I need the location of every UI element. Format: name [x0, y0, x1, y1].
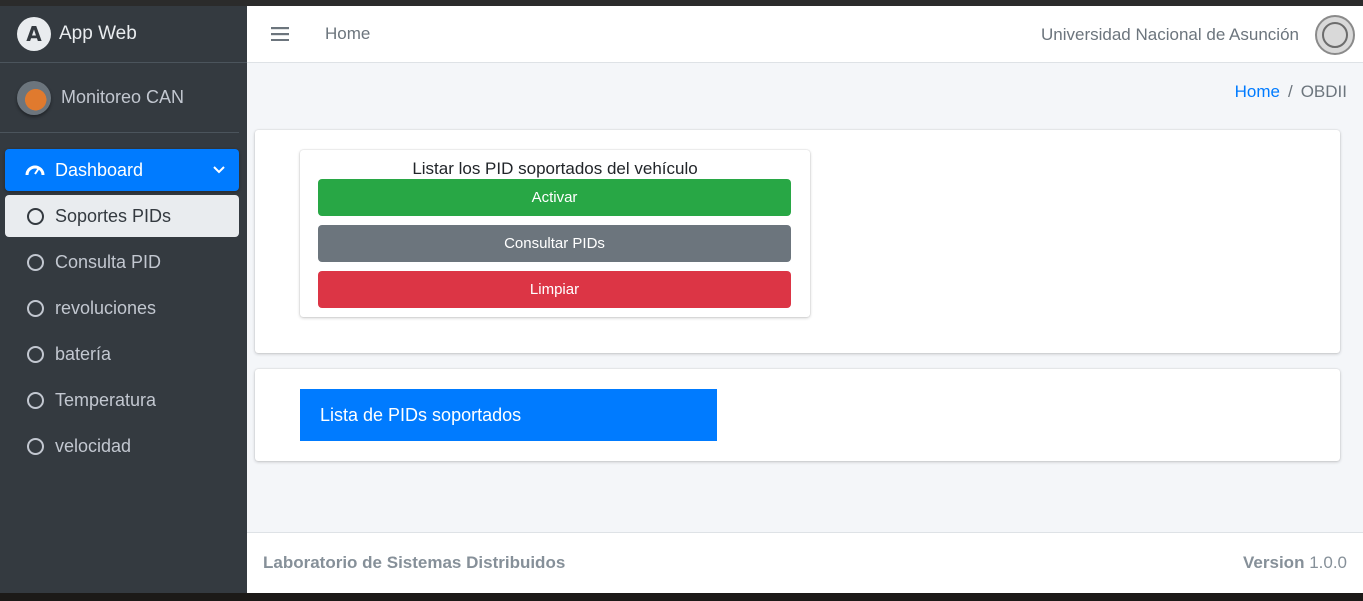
top-navbar: Home Universidad Nacional de Asunción — [247, 6, 1363, 63]
circle-outline-icon — [25, 206, 45, 226]
avatar — [17, 80, 51, 115]
sidebar-item-label: Soportes PIDs — [55, 205, 172, 226]
content-wrapper: Home Universidad Nacional de Asunción Ho… — [247, 6, 1363, 593]
sidebar: A App Web Monitoreo CAN Dashboard Soport… — [0, 6, 247, 593]
institution-name: Universidad Nacional de Asunción — [1041, 25, 1299, 44]
brand-title: App Web — [59, 23, 137, 44]
sidebar-item-label: revoluciones — [55, 297, 157, 318]
pid-control-card: Listar los PID soportados del vehículo A… — [255, 130, 1340, 353]
sidebar-item-temperatura[interactable]: Temperatura — [5, 379, 239, 421]
brand-logo-icon: A — [17, 17, 51, 51]
breadcrumb: Home / OBDII — [1235, 82, 1347, 102]
sidebar-item-bateria[interactable]: batería — [5, 333, 239, 375]
clear-button[interactable]: Limpiar — [318, 271, 791, 308]
circle-outline-icon — [25, 436, 45, 456]
sidebar-item-label: velocidad — [55, 435, 132, 456]
pid-list-card: Lista de PIDs soportados — [255, 369, 1340, 461]
breadcrumb-home-link[interactable]: Home — [1235, 82, 1280, 102]
activate-button[interactable]: Activar — [318, 179, 791, 216]
user-name: Monitoreo CAN — [61, 87, 185, 107]
footer-version: Version 1.0.0 — [1243, 553, 1347, 573]
sidebar-item-consulta-pid[interactable]: Consulta PID — [5, 241, 239, 283]
sidebar-item-dashboard[interactable]: Dashboard — [5, 149, 239, 191]
pid-list-header: Lista de PIDs soportados — [300, 389, 717, 441]
footer: Laboratorio de Sistemas Distribuidos Ver… — [247, 532, 1363, 593]
university-seal-icon — [1315, 15, 1355, 55]
breadcrumb-separator: / — [1287, 82, 1293, 101]
query-pids-button[interactable]: Consultar PIDs — [318, 225, 791, 262]
sidebar-item-soportes-pids[interactable]: Soportes PIDs — [5, 195, 239, 237]
pid-panel-title: Listar los PID soportados del vehículo — [412, 159, 698, 178]
circle-outline-icon — [25, 298, 45, 318]
circle-outline-icon — [25, 390, 45, 410]
sidebar-item-label: Temperatura — [55, 389, 157, 410]
tachometer-icon — [25, 160, 45, 180]
sidebar-item-revoluciones[interactable]: revoluciones — [5, 287, 239, 329]
sidebar-item-label: Consulta PID — [55, 251, 162, 272]
sidebar-menu: Dashboard Soportes PIDs Consulta PID rev… — [0, 133, 247, 467]
taskbar-strip — [0, 593, 1363, 601]
sidebar-item-velocidad[interactable]: velocidad — [5, 425, 239, 467]
navbar-home-link[interactable]: Home — [325, 24, 370, 44]
breadcrumb-current: OBDII — [1300, 82, 1347, 101]
sidebar-item-label: batería — [55, 343, 112, 364]
hamburger-icon[interactable] — [271, 23, 289, 45]
version-label: Version — [1243, 553, 1305, 572]
circle-outline-icon — [25, 252, 45, 272]
pid-control-panel: Listar los PID soportados del vehículo A… — [300, 150, 810, 317]
brand-link[interactable]: A App Web — [0, 6, 247, 63]
circle-outline-icon — [25, 344, 45, 364]
chevron-down-icon — [213, 163, 225, 177]
footer-lab-name: Laboratorio de Sistemas Distribuidos — [263, 553, 566, 572]
user-panel[interactable]: Monitoreo CAN — [0, 63, 239, 133]
version-value: 1.0.0 — [1309, 553, 1347, 572]
sidebar-item-label: Dashboard — [55, 159, 144, 180]
